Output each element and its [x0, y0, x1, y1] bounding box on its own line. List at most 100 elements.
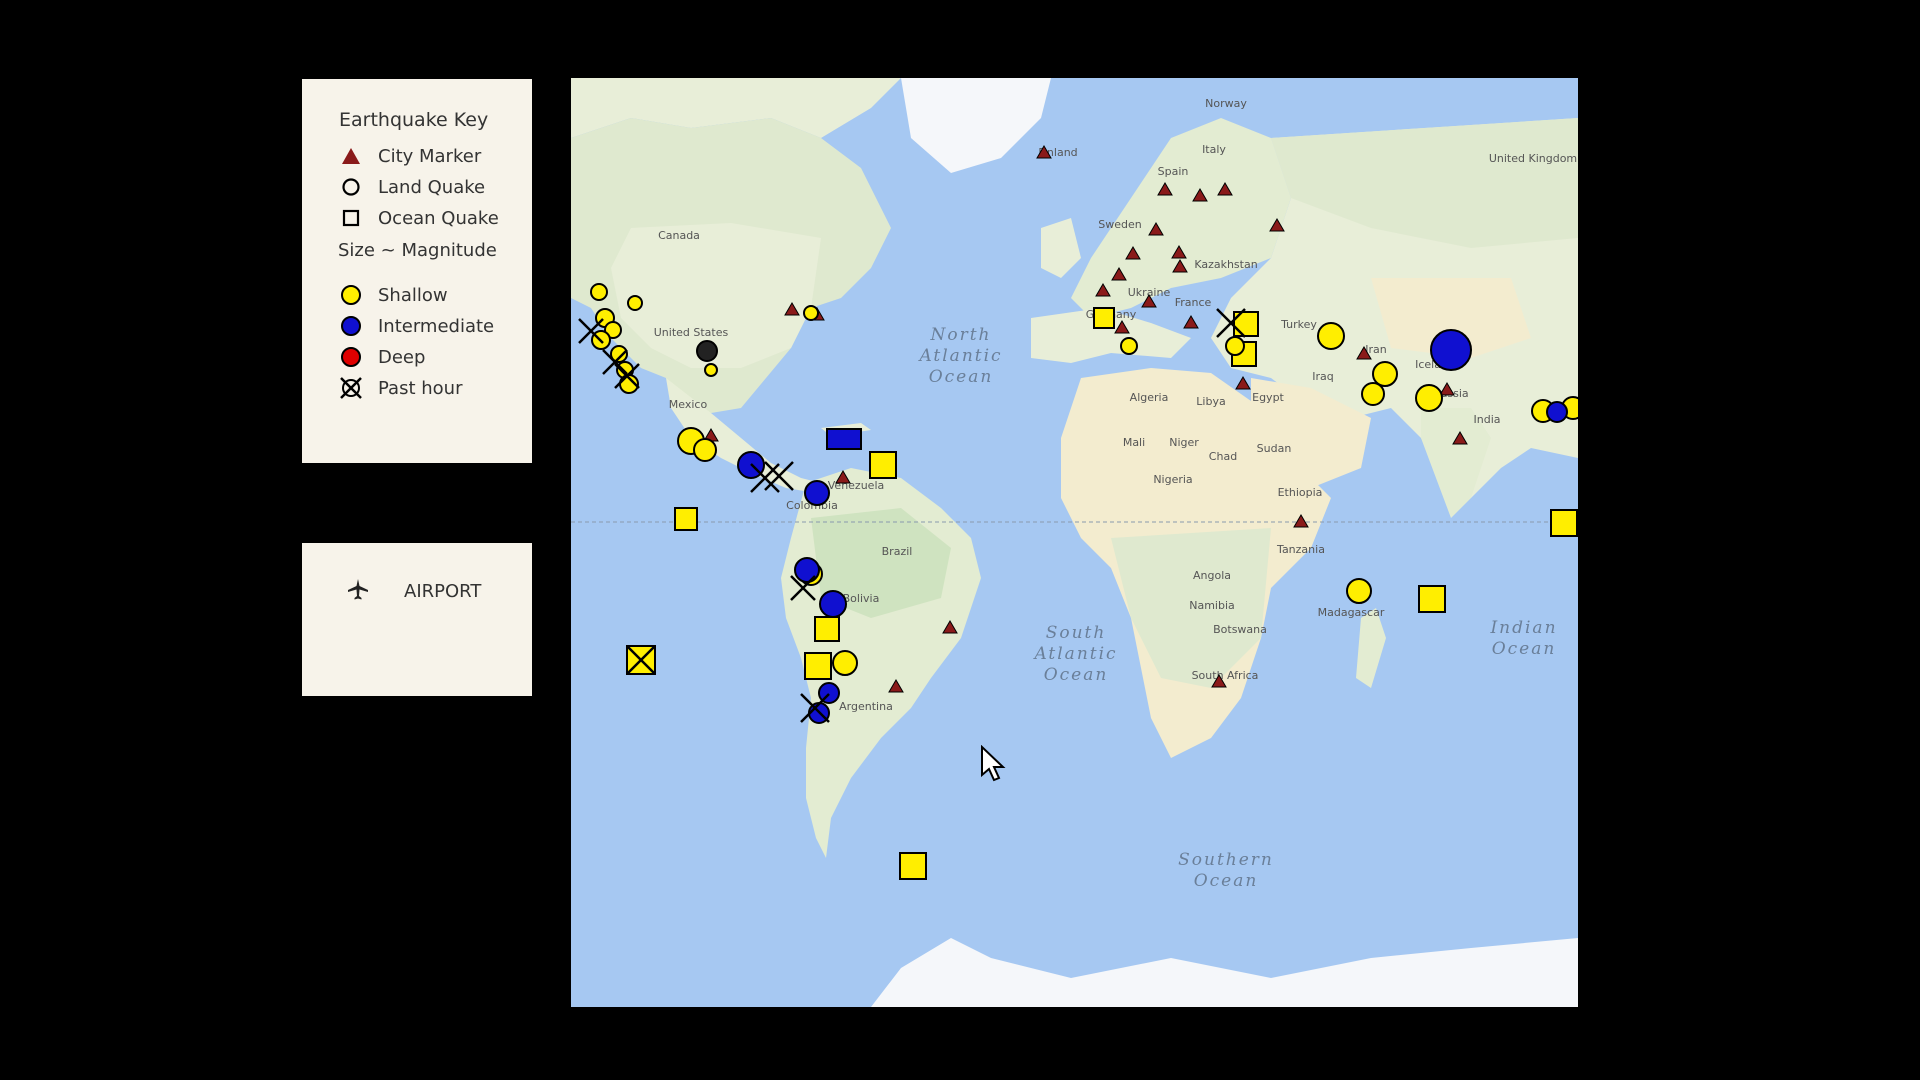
land-quake [627, 295, 643, 311]
country-label: Namibia [1189, 599, 1235, 612]
country-label: Mali [1123, 436, 1145, 449]
ocean-quake [1550, 509, 1578, 537]
country-label: Ethiopia [1278, 486, 1323, 499]
earthquake-key-panel: Earthquake Key City Marker Land Quake Oc… [302, 79, 532, 463]
legend-label: City Marker [378, 145, 482, 167]
ocean-quake [674, 507, 698, 531]
country-label: Venezuela [828, 479, 885, 492]
land-quake [1346, 578, 1372, 604]
country-label: Angola [1193, 569, 1231, 582]
legend-label: Past hour [378, 377, 463, 399]
mouse-pointer-icon [980, 744, 1006, 787]
legend-label: Intermediate [378, 315, 495, 337]
ocean-label: Ocean [1044, 665, 1109, 685]
country-label: France [1175, 296, 1212, 309]
country-label: Algeria [1130, 391, 1169, 404]
country-label: Canada [658, 229, 700, 242]
country-label: United States [654, 326, 729, 339]
airport-legend-item: AIRPORT [346, 577, 481, 605]
country-label: Botswana [1213, 623, 1267, 636]
legend-item-deep: Deep [338, 345, 425, 369]
legend-label: Ocean Quake [378, 207, 499, 229]
blue-circle-icon [338, 314, 364, 338]
country-label: Sudan [1257, 442, 1292, 455]
country-label: Sweden [1098, 218, 1141, 231]
ocean-label: North [929, 325, 991, 345]
land-quake [1430, 329, 1472, 371]
legend-label: Deep [378, 346, 426, 368]
land-quake [794, 557, 820, 583]
land-quake [1546, 401, 1568, 423]
airport-key-panel: AIRPORT [302, 543, 532, 696]
country-label: Niger [1169, 436, 1199, 449]
country-label: Madagascar [1318, 606, 1385, 619]
ocean-quake [804, 652, 832, 680]
legend-label: Shallow [378, 284, 448, 306]
land-quake [696, 340, 718, 362]
circle-outline-icon [338, 175, 364, 199]
legend-item-shallow: Shallow [338, 283, 448, 307]
ocean-quake [869, 451, 897, 479]
ocean-quake [1093, 307, 1115, 329]
country-label: Mexico [669, 398, 708, 411]
past-hour-icon [338, 376, 364, 400]
legend-item-land-quake: Land Quake [338, 175, 485, 199]
square-outline-icon [338, 206, 364, 230]
airport-label: AIRPORT [404, 580, 482, 602]
ocean-quake-intermediate [826, 428, 862, 450]
ocean-label: South [1046, 623, 1107, 643]
land-quake [704, 363, 718, 377]
country-label: Egypt [1252, 391, 1284, 404]
ocean-label: Ocean [1194, 871, 1259, 891]
ocean-quake [814, 616, 840, 642]
land-quake [1361, 382, 1385, 406]
country-label: Italy [1202, 143, 1226, 156]
country-label: Turkey [1280, 318, 1317, 331]
country-label: Chad [1209, 450, 1237, 463]
ocean-label: Atlantic [917, 346, 1002, 366]
ocean-label: Atlantic [1032, 644, 1117, 664]
yellow-circle-icon [338, 283, 364, 307]
ocean-label: Southern [1178, 850, 1274, 870]
triangle-icon [338, 144, 364, 168]
legend-item-ocean-quake: Ocean Quake [338, 206, 499, 230]
land-quake [819, 590, 847, 618]
land-quake [1415, 384, 1443, 412]
country-label: United Kingdom [1489, 152, 1577, 165]
country-label: Norway [1205, 97, 1247, 110]
country-label: India [1474, 413, 1501, 426]
land-quake [804, 480, 830, 506]
ocean-label: Indian [1489, 618, 1557, 638]
legend-item-intermediate: Intermediate [338, 314, 494, 338]
land-quake [832, 650, 858, 676]
legend-size-note: Size ~ Magnitude [338, 240, 497, 261]
country-label: South Africa [1192, 669, 1259, 682]
country-label: Tanzania [1276, 543, 1325, 556]
land-quake [693, 438, 717, 462]
country-label: Bolivia [843, 592, 880, 605]
ocean-quake [899, 852, 927, 880]
airplane-icon [346, 577, 370, 605]
red-circle-icon [338, 345, 364, 369]
land-quake [1372, 361, 1398, 387]
legend-item-past-hour: Past hour [338, 376, 462, 400]
land-quake [1225, 336, 1245, 356]
country-label: Libya [1196, 395, 1225, 408]
legend-item-city-marker: City Marker [338, 144, 481, 168]
country-label: Brazil [882, 545, 913, 558]
land-quake [590, 283, 608, 301]
ocean-quake [1418, 585, 1446, 613]
land-quake [1120, 337, 1138, 355]
ocean-label: Ocean [929, 367, 994, 387]
world-map[interactable]: North Atlantic Ocean South Atlantic Ocean Indi… [571, 78, 1578, 1007]
legend-label: Land Quake [378, 176, 486, 198]
land-quake [803, 305, 819, 321]
country-label: Iraq [1312, 370, 1334, 383]
ocean-label: Ocean [1492, 639, 1557, 659]
country-label: Spain [1158, 165, 1189, 178]
country-label: Nigeria [1153, 473, 1192, 486]
land-quake [1317, 322, 1345, 350]
country-label: Argentina [839, 700, 893, 713]
legend-title: Earthquake Key [339, 109, 489, 131]
country-label: Kazakhstan [1194, 258, 1257, 271]
